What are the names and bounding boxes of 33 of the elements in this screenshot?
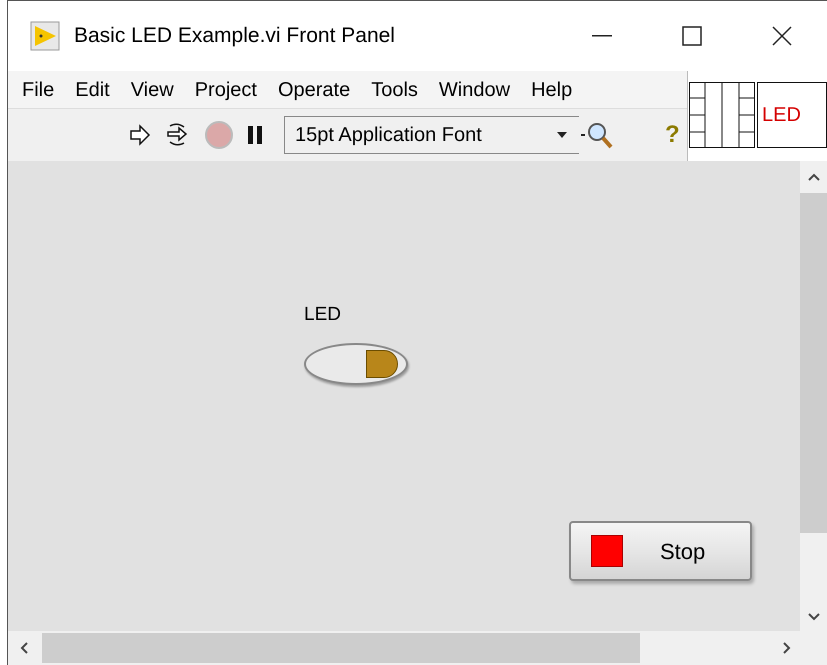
font-dropdown[interactable]: 15pt Application Font [284,116,579,154]
app-icon [30,21,60,51]
connector-pane-icon[interactable] [689,82,755,148]
menu-item[interactable]: File [22,74,54,104]
run-arrow-icon[interactable] [128,123,152,147]
menu-item[interactable]: Window [438,74,510,104]
pause-icon[interactable] [248,126,262,144]
window-title: Basic LED Example.vi Front Panel [74,23,395,50]
close-icon [772,26,792,46]
scroll-thumb[interactable] [42,633,640,663]
menu-item[interactable]: Operate [278,74,350,104]
search-icon[interactable] [581,120,615,150]
horizontal-scrollbar[interactable] [8,631,827,665]
maximize-icon [682,26,702,46]
vertical-scrollbar[interactable] [800,161,827,631]
led-indicator[interactable] [304,343,408,385]
scroll-up-icon[interactable] [808,173,820,181]
scroll-left-icon[interactable] [20,642,28,654]
menu-item[interactable]: Project [194,74,257,104]
led-label: LED [304,303,341,327]
stop-button[interactable]: Stop [569,521,752,581]
menu-item[interactable]: Edit [75,74,110,104]
help-icon[interactable]: ? [665,117,680,153]
vi-icon[interactable]: LED [757,82,827,148]
scroll-down-icon[interactable] [808,613,820,621]
scroll-right-icon[interactable] [783,642,791,654]
minimize-icon [592,35,612,37]
stop-square-icon [591,535,623,567]
menu-item[interactable]: View [130,74,174,104]
caret-icon [557,132,567,138]
menu-item[interactable]: Help [531,74,572,104]
scroll-thumb[interactable] [800,193,827,533]
menu-item[interactable]: Tools [371,74,418,104]
